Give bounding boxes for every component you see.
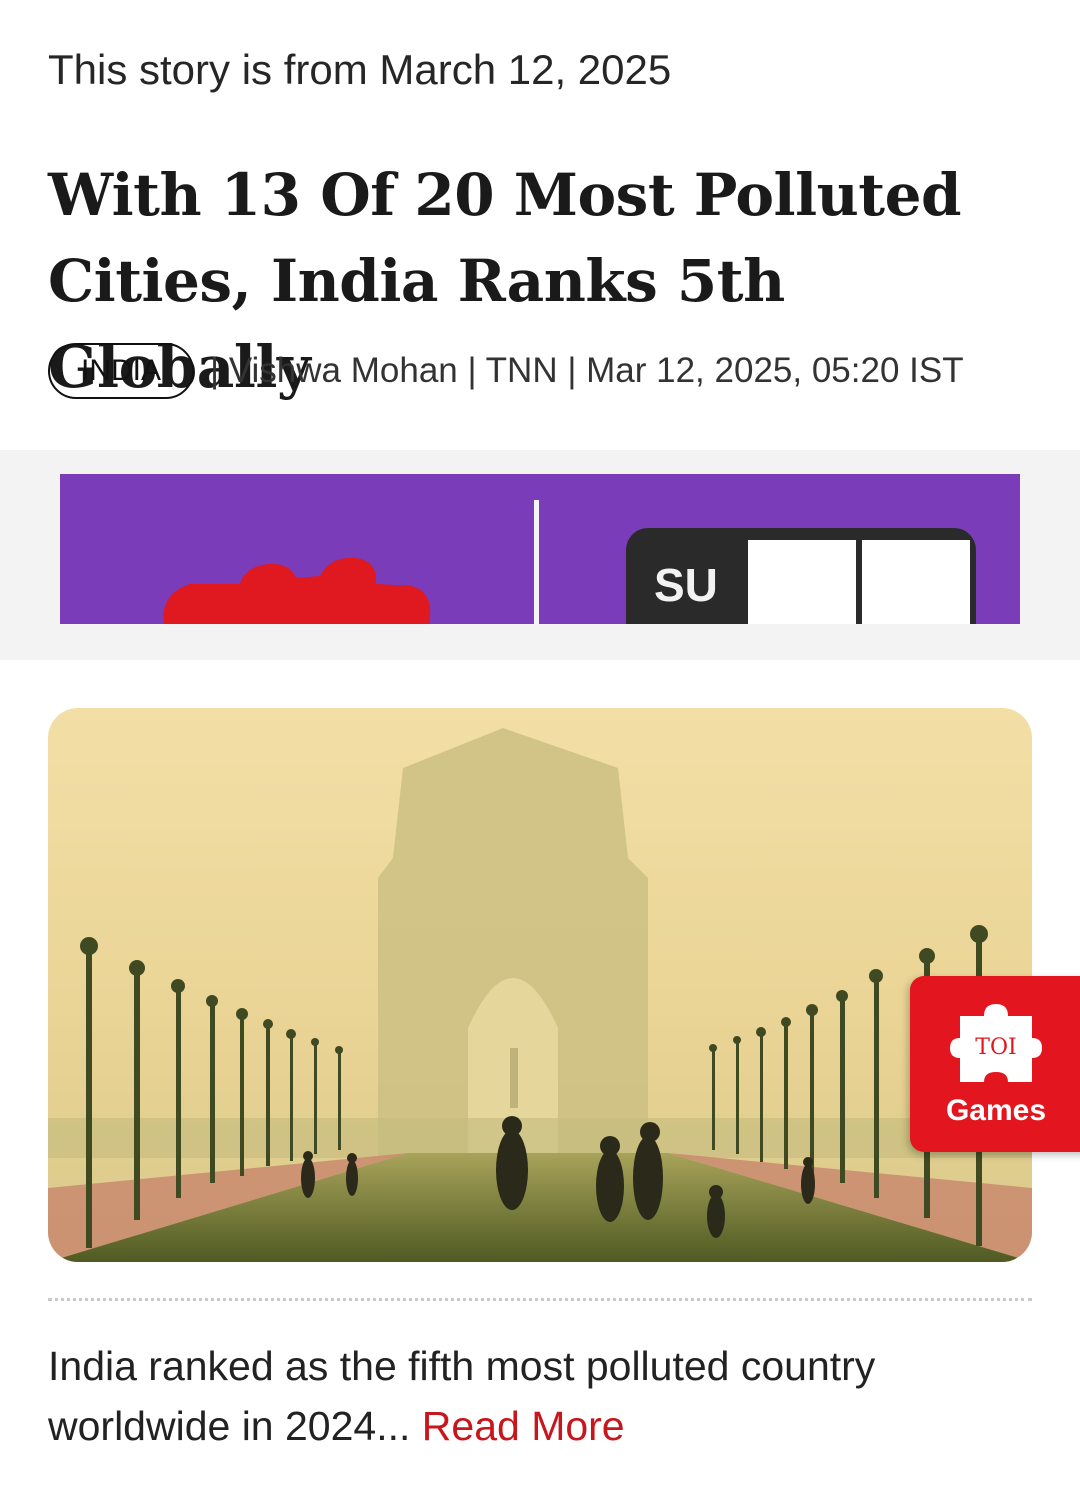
india-gate-smog-photo xyxy=(48,708,1032,1262)
empty-tile xyxy=(862,540,970,624)
ad-banner[interactable]: SU xyxy=(60,474,1020,624)
word-tile-box: SU xyxy=(626,528,976,624)
games-label: Games xyxy=(945,1094,1047,1127)
toi-logo-text: TOI xyxy=(975,1035,1016,1060)
section-tag-button[interactable]: INDIA xyxy=(48,343,194,399)
ad-divider xyxy=(534,500,539,624)
hero-image[interactable] xyxy=(48,708,1032,1262)
empty-tile xyxy=(748,540,856,624)
article-meta-row: INDIA | Vishwa Mohan | TNN | Mar 12, 202… xyxy=(48,341,964,401)
article-summary: India ranked as the fifth most polluted … xyxy=(48,1336,1032,1456)
ad-container: SU xyxy=(0,450,1080,660)
tile-letters: SU xyxy=(654,559,718,611)
dotted-separator xyxy=(48,1298,1032,1301)
read-more-link[interactable]: Read More xyxy=(422,1403,625,1449)
puzzle-piece-graphic xyxy=(163,557,431,624)
puzzle-icon: TOI xyxy=(950,1004,1042,1082)
story-date-note: This story is from March 12, 2025 xyxy=(48,46,672,93)
byline: | Vishwa Mohan | TNN | Mar 12, 2025, 05:… xyxy=(210,351,964,390)
toi-games-button[interactable]: TOI Games xyxy=(910,976,1080,1152)
